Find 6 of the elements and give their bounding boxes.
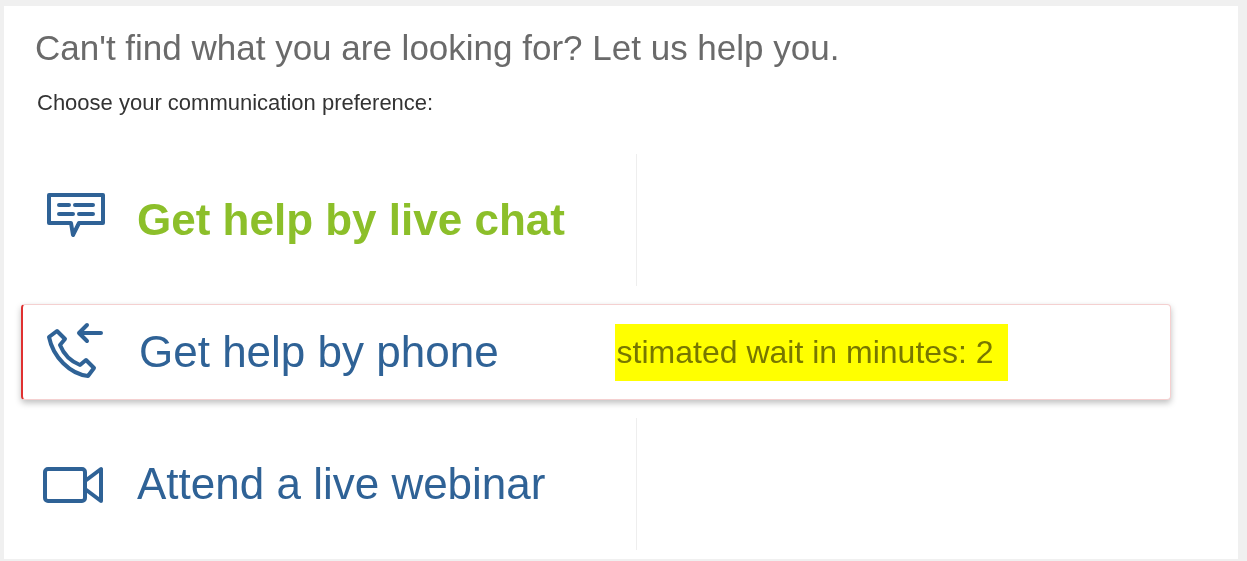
option-link[interactable]: Attend a live webinar — [137, 459, 546, 509]
wait-time-text: stimated wait in minutes: 2 — [614, 323, 1008, 381]
prompt-text: Choose your communication preference: — [37, 90, 435, 116]
option-card[interactable]: Get help by phone stimated wait in minutes: 2 — [21, 304, 1171, 400]
option-link[interactable]: Get help by phone — [139, 327, 499, 377]
page-heading: Can't find what you are looking for? Let us help you. — [35, 28, 841, 68]
